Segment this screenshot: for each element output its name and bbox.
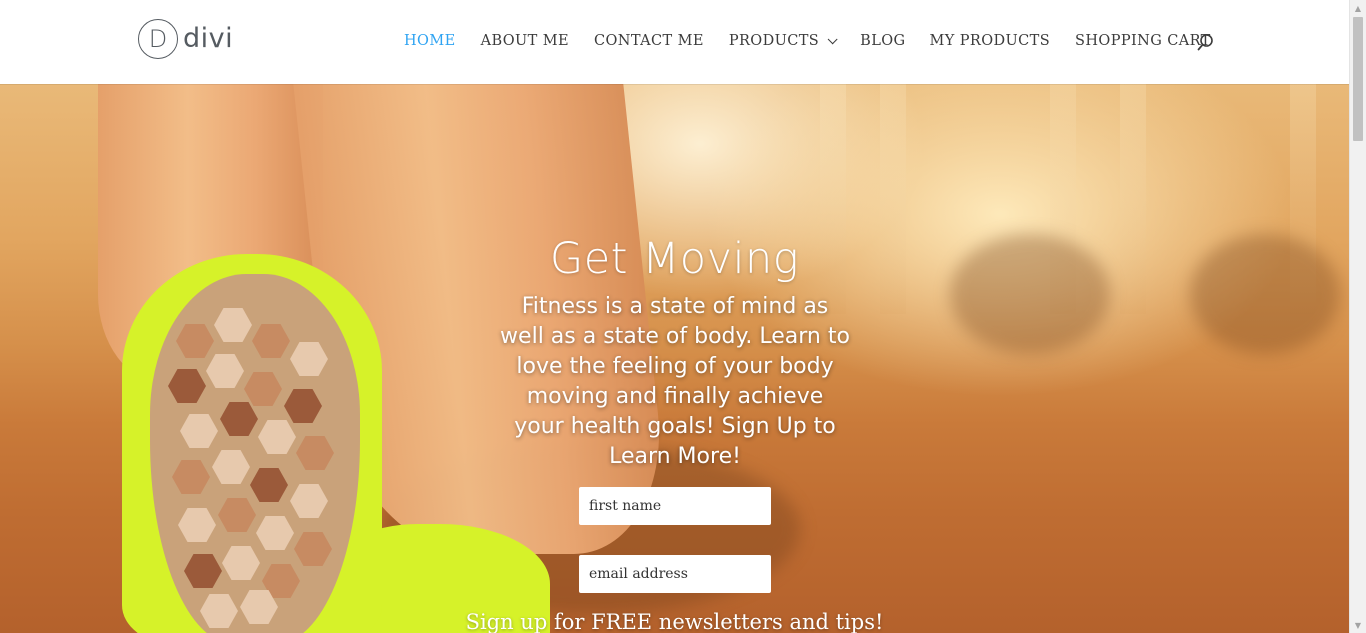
nav-item-shopping-cart[interactable]: SHOPPING CART: [1075, 33, 1211, 49]
hero-section: Get Moving Fitness is a state of mind as…: [0, 84, 1349, 633]
first-name-field[interactable]: [579, 487, 771, 525]
nav-item-home[interactable]: HOME: [404, 33, 456, 49]
search-icon[interactable]: [1196, 33, 1216, 53]
hero-subtitle: Fitness is a state of mind as well as a …: [500, 294, 850, 469]
nav-item-my-products[interactable]: MY PRODUCTS: [930, 33, 1051, 49]
scroll-down-icon[interactable]: ▼: [1350, 617, 1366, 633]
logo-mark: D: [138, 19, 178, 59]
newsletter-note: Sign up for FREE newsletters and tips!: [465, 610, 884, 633]
nav-item-products-label: PRODUCTS: [728, 33, 820, 49]
site-logo[interactable]: D divi: [138, 17, 233, 61]
page: D divi HOME ABOUT ME CONTACT ME PRODUCTS…: [0, 0, 1366, 633]
scroll-thumb[interactable]: [1353, 17, 1363, 141]
hero-title: Get Moving: [549, 234, 800, 284]
nav-item-contact-me[interactable]: CONTACT ME: [594, 33, 704, 49]
logo-text: divi: [183, 22, 234, 54]
main-nav: HOME ABOUT ME CONTACT ME PRODUCTS BLOG M…: [404, 33, 1211, 49]
email-field[interactable]: [579, 555, 771, 593]
page-scrollbar[interactable]: ▲ ▼: [1349, 0, 1366, 633]
site-header: D divi HOME ABOUT ME CONTACT ME PRODUCTS…: [0, 0, 1349, 84]
chevron-down-icon: [827, 33, 838, 44]
nav-item-blog[interactable]: BLOG: [860, 33, 905, 49]
nav-item-products[interactable]: PRODUCTS: [728, 33, 838, 49]
search-icon-graphic: [1197, 34, 1213, 51]
scroll-up-icon[interactable]: ▲: [1350, 0, 1366, 16]
nav-item-about-me[interactable]: ABOUT ME: [481, 33, 569, 49]
